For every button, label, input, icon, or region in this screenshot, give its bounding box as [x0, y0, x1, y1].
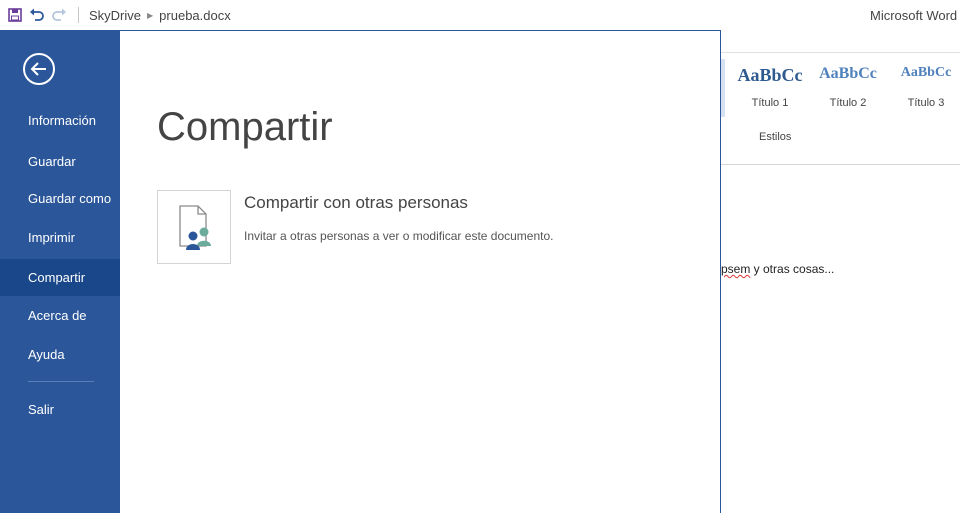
nav-item-guardar[interactable]: Guardar	[0, 143, 120, 180]
share-people-document-icon	[179, 205, 211, 250]
share-with-people-button[interactable]	[157, 190, 231, 264]
style-name: Título 3	[907, 97, 945, 109]
ribbon-group-label: Estilos	[759, 131, 792, 143]
nav-item-informacion[interactable]: Información	[0, 102, 120, 139]
breadcrumb-location[interactable]: SkyDrive	[89, 8, 141, 23]
style-name: Título 1	[751, 97, 789, 109]
breadcrumb-arrow-icon: ▶	[147, 10, 154, 20]
style-heading-1[interactable]: AaBbCc Título 1	[731, 59, 809, 117]
nav-item-guardar-como[interactable]: Guardar como	[0, 180, 120, 217]
ribbon-styles-area: AaBbCc Título 1 AaBbCc Título 2 AaBbCc T…	[721, 52, 960, 165]
back-arrow-icon	[30, 62, 46, 76]
back-button[interactable]	[23, 53, 55, 85]
nav-item-salir[interactable]: Salir	[0, 391, 120, 428]
nav-item-acerca-de[interactable]: Acerca de	[0, 297, 120, 334]
app-title: Microsoft Word V	[870, 8, 960, 23]
styles-gallery: AaBbCc Título 1 AaBbCc Título 2 AaBbCc T…	[721, 59, 960, 117]
nav-divider	[28, 381, 94, 382]
toolbar-separator	[78, 7, 79, 23]
style-heading-3[interactable]: AaBbCc Título 3	[887, 59, 960, 117]
redo-icon[interactable]	[48, 0, 70, 30]
style-sample: AaBbCc	[900, 65, 952, 80]
backstage-panel: Compartir Compartir con otras personas I…	[120, 30, 721, 513]
document-text-rest: y otras cosas...	[750, 262, 835, 276]
backstage-nav: Información Guardar Guardar como Imprimi…	[0, 30, 120, 513]
undo-icon[interactable]	[26, 0, 48, 30]
style-sample: AaBbCc	[819, 65, 877, 82]
misspelled-word[interactable]: psem	[721, 262, 750, 276]
breadcrumb-filename: prueba.docx	[159, 7, 231, 23]
nav-item-ayuda[interactable]: Ayuda	[0, 336, 120, 373]
page-title: Compartir	[157, 105, 333, 149]
share-option-description: Invitar a otras personas a ver o modific…	[244, 229, 554, 243]
title-bar: SkyDrive ▶ prueba.docx Microsoft Word V	[0, 0, 960, 30]
style-heading-2[interactable]: AaBbCc Título 2	[809, 59, 887, 117]
nav-item-compartir[interactable]: Compartir	[0, 259, 120, 296]
style-sample: AaBbCc	[737, 65, 803, 85]
save-icon[interactable]	[4, 0, 26, 30]
document-text[interactable]: psem y otras cosas...	[721, 262, 834, 276]
share-option-heading[interactable]: Compartir con otras personas	[244, 193, 468, 213]
style-name: Título 2	[829, 97, 867, 109]
nav-item-imprimir[interactable]: Imprimir	[0, 219, 120, 256]
